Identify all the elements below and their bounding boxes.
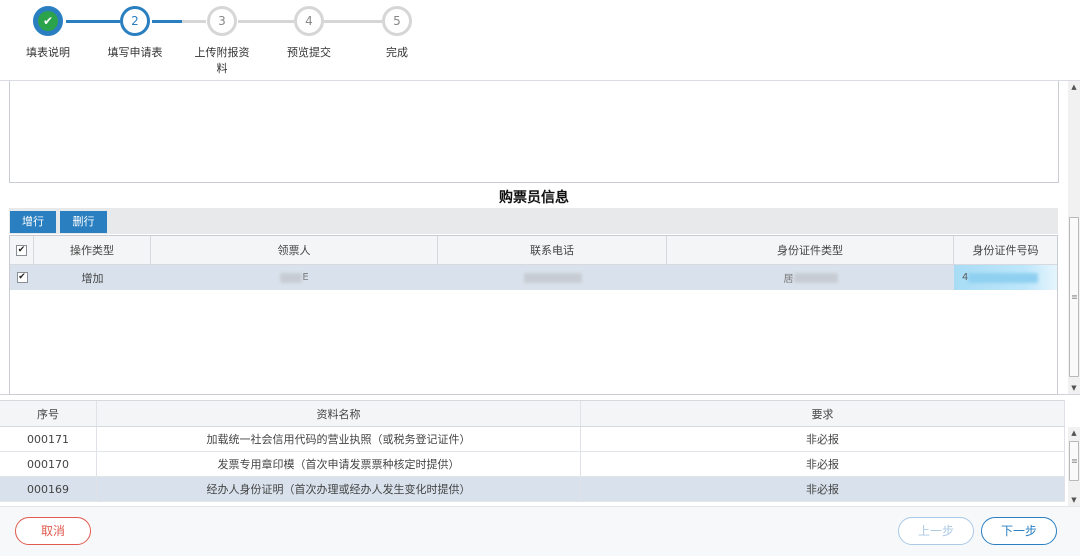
column-header[interactable]: 资料名称	[97, 401, 581, 426]
scroll-thumb[interactable]	[1069, 217, 1079, 377]
table-row[interactable]: ✔ 增加 E 居 4	[10, 265, 1057, 290]
operation-type-cell[interactable]: 增加	[34, 265, 151, 290]
column-header[interactable]: 联系电话	[438, 236, 667, 264]
redacted-text	[968, 272, 1039, 283]
cancel-button[interactable]: 取消	[15, 517, 91, 545]
material-requirement: 非必报	[581, 427, 1065, 451]
step-connector	[238, 20, 294, 23]
redacted-text	[523, 272, 582, 283]
scroll-thumb[interactable]	[1069, 441, 1079, 481]
step-4-circle[interactable]: 4	[294, 6, 324, 36]
step-2-circle[interactable]: 2	[120, 6, 150, 36]
scroll-up-icon[interactable]: ▲	[1068, 427, 1080, 439]
material-name: 发票专用章印模（首次申请发票票种核定时提供）	[97, 452, 581, 476]
step-1-circle[interactable]: ✔	[33, 6, 63, 36]
material-no: 000171	[0, 427, 97, 451]
step-2-label: 填写申请表	[107, 46, 163, 59]
id-number-head: 4	[962, 272, 969, 283]
step-3-circle[interactable]: 3	[207, 6, 237, 36]
id-number-cell[interactable]: 4	[954, 265, 1057, 290]
remarks-textarea[interactable]	[9, 81, 1059, 183]
materials-table: 序号 资料名称 要求 000171 加载统一社会信用代码的营业执照（或税务登记证…	[0, 400, 1080, 506]
recipient-tail: E	[302, 272, 309, 283]
step-5-circle[interactable]: 5	[382, 6, 412, 36]
recipient-cell[interactable]: E	[151, 265, 438, 290]
column-header[interactable]: 身份证件类型	[667, 236, 954, 264]
table-row-selected[interactable]: 000169 经办人身份证明（首次办理或经办人发生变化时提供） 非必报	[0, 477, 1065, 502]
grid-toolbar: 增行 删行	[9, 208, 1058, 234]
material-no: 000169	[0, 477, 97, 501]
buyer-section-title: 购票员信息	[499, 190, 569, 206]
materials-scrollbar[interactable]: ▲ ▼	[1068, 427, 1080, 506]
select-all-checkbox[interactable]: ✔	[16, 244, 27, 256]
id-type-head: 居	[783, 274, 794, 285]
step-5-label: 完成	[386, 46, 408, 59]
id-type-cell[interactable]: 居	[667, 265, 954, 290]
material-name: 加载统一社会信用代码的营业执照（或税务登记证件）	[97, 427, 581, 451]
next-step-button[interactable]: 下一步	[981, 517, 1057, 545]
column-header[interactable]: 序号	[0, 401, 97, 426]
step-1-label: 填表说明	[26, 46, 70, 59]
material-requirement: 非必报	[581, 477, 1065, 501]
column-header[interactable]: 领票人	[151, 236, 438, 264]
grid-header: ✔ 操作类型 领票人 联系电话 身份证件类型 身份证件号码	[10, 236, 1057, 265]
redacted-text	[280, 272, 303, 283]
delete-row-button[interactable]: 删行	[60, 211, 107, 233]
step-3-label: 上传附报资料	[194, 46, 250, 75]
step-connector	[182, 20, 206, 23]
wizard-stepper: ✔ 2 3 4 5 填表说明 填写申请表 上传附报资料 预览提交 完成	[0, 0, 1080, 81]
add-row-button[interactable]: 增行	[10, 211, 56, 233]
step-connector	[324, 20, 382, 23]
table-row[interactable]: 000171 加载统一社会信用代码的营业执照（或税务登记证件） 非必报	[0, 427, 1065, 452]
scroll-down-icon[interactable]: ▼	[1068, 382, 1080, 394]
material-name: 经办人身份证明（首次办理或经办人发生变化时提供）	[97, 477, 581, 501]
redacted-text	[793, 272, 838, 283]
material-no: 000170	[0, 452, 97, 476]
column-header[interactable]: 身份证件号码	[954, 236, 1057, 264]
phone-cell[interactable]	[438, 265, 667, 290]
scroll-down-icon[interactable]: ▼	[1068, 494, 1080, 506]
materials-header: 序号 资料名称 要求	[0, 400, 1065, 427]
table-row[interactable]: 000170 发票专用章印模（首次申请发票票种核定时提供） 非必报	[0, 452, 1065, 477]
column-header[interactable]: 操作类型	[34, 236, 151, 264]
buyer-grid: ✔ 操作类型 领票人 联系电话 身份证件类型 身份证件号码 ✔ 增加 E 居 4	[9, 235, 1058, 395]
check-icon: ✔	[38, 11, 58, 31]
scroll-up-icon[interactable]: ▲	[1068, 81, 1080, 93]
step-4-label: 预览提交	[287, 46, 331, 59]
step-connector	[66, 20, 120, 23]
previous-step-button[interactable]: 上一步	[898, 517, 974, 545]
footer-bar: 取消 上一步 下一步	[0, 506, 1080, 556]
column-header[interactable]: 要求	[581, 401, 1065, 426]
form-scrollbar[interactable]: ▲ ▼	[1068, 81, 1080, 394]
row-select-cell: ✔	[10, 265, 34, 290]
step-connector	[152, 20, 182, 23]
row-checkbox[interactable]: ✔	[16, 272, 28, 283]
select-all-cell: ✔	[10, 236, 34, 264]
form-scroll-panel: 购票员信息 增行 删行 ✔ 操作类型 领票人 联系电话 身份证件类型 身份证件号…	[0, 81, 1080, 395]
material-requirement: 非必报	[581, 452, 1065, 476]
